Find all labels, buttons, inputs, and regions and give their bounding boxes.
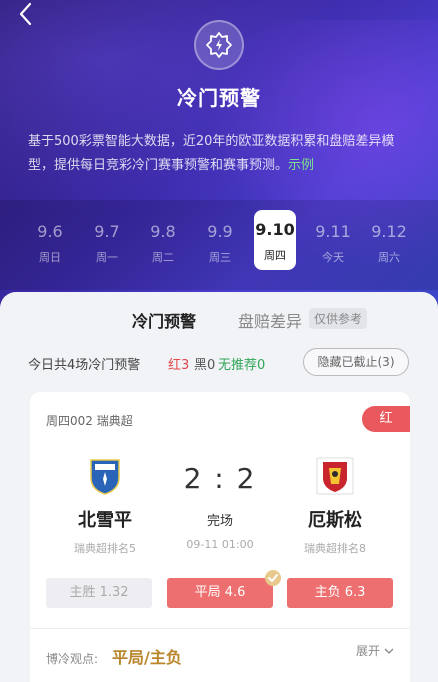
away-team-name: 厄斯松 (308, 510, 362, 531)
view-value: 平局/主负 (112, 648, 182, 667)
date-label: 9.10 (255, 220, 295, 239)
hide-closed-button[interactable]: 隐藏已截止(3) (303, 348, 409, 376)
date-item[interactable]: 9.8 周二 (140, 212, 186, 270)
expand-label: 展开 (356, 644, 381, 658)
date-label: 9.8 (150, 222, 176, 241)
check-icon (265, 570, 281, 586)
weekday-label: 周六 (378, 251, 400, 264)
page-title: 冷门预警 (177, 86, 261, 110)
home-team-logo-icon (85, 456, 125, 496)
date-label: 9.9 (207, 222, 233, 241)
match-score: 2 : 2 (183, 462, 257, 495)
home-team-name: 北雪平 (78, 510, 132, 531)
date-label: 9.11 (315, 222, 351, 241)
weekday-label: 周二 (152, 251, 174, 264)
count-red: 红3 (168, 358, 190, 373)
date-item[interactable]: 9.11 今天 (310, 212, 356, 270)
description-text: 基于500彩票智能大数据，近20年的欧亚数据积累和盘赔差异模型，提供每日竞彩冷门… (28, 134, 395, 173)
hero-header: 冷门预警 基于500彩票智能大数据，近20年的欧亚数据积累和盘赔差异模型，提供每… (0, 0, 438, 315)
count-black: 黑0 (194, 358, 216, 373)
weekday-label: 周一 (96, 251, 118, 264)
tab-bar: 冷门预警 盘赔差异 仅供参考 (0, 308, 438, 332)
count-none: 无推荐0 (218, 358, 266, 373)
summary-text: 今日共4场冷门预警 (28, 358, 141, 373)
match-card[interactable]: 周四002 瑞典超 红 北雪平 瑞典超排名5 2 : 2 完场 09-11 01… (30, 392, 410, 682)
date-label: 9.7 (94, 222, 120, 241)
alert-logo-icon (194, 20, 244, 70)
odds-draw[interactable]: 平局 4.6 (167, 578, 273, 608)
view-label: 博冷观点: (46, 652, 99, 666)
match-status: 完场 (206, 514, 233, 529)
odds-home-lose[interactable]: 主负 6.3 (287, 578, 393, 608)
tab-odds-diff[interactable]: 盘赔差异 (238, 308, 302, 332)
match-header: 周四002 瑞典超 (46, 414, 133, 428)
date-item[interactable]: 9.6 周日 (27, 212, 73, 270)
back-icon[interactable] (14, 2, 38, 26)
date-item[interactable]: 9.7 周一 (84, 212, 130, 270)
away-team-rank: 瑞典超排名8 (304, 542, 366, 555)
page-description: 基于500彩票智能大数据，近20年的欧亚数据积累和盘赔差异模型，提供每日竞彩冷门… (28, 130, 416, 178)
red-tag-badge: 红 (362, 406, 410, 432)
weekday-label: 周三 (209, 251, 231, 264)
date-selector: 9.6 周日 9.7 周一 9.8 周二 9.9 周三 9.10 周四 9.11… (0, 200, 438, 290)
date-label: 9.6 (37, 222, 63, 241)
content-sheet: 冷门预警 盘赔差异 仅供参考 今日共4场冷门预警 红3 黑0 无推荐0 隐藏已截… (0, 292, 438, 682)
weekday-label: 周四 (264, 249, 286, 262)
example-link[interactable]: 示例 (288, 158, 314, 173)
away-team: 厄斯松 瑞典超排名8 (280, 456, 390, 556)
date-item[interactable]: 9.9 周三 (197, 212, 243, 270)
odds-home-win[interactable]: 主胜 1.32 (46, 578, 152, 608)
expand-button[interactable]: 展开 (356, 642, 394, 659)
home-team: 北雪平 瑞典超排名5 (50, 456, 160, 556)
date-item[interactable]: 9.12 周六 (366, 212, 412, 270)
weekday-label: 周日 (39, 251, 61, 264)
reference-badge: 仅供参考 (309, 308, 368, 329)
divider (30, 628, 410, 629)
chevron-down-icon (384, 644, 394, 658)
home-team-rank: 瑞典超排名5 (74, 542, 136, 555)
match-time: 09-11 01:00 (186, 538, 254, 551)
weekday-label: 今天 (322, 251, 344, 264)
date-label: 9.12 (371, 222, 407, 241)
away-team-logo-icon (315, 456, 355, 496)
tab-cold-alert[interactable]: 冷门预警 (132, 308, 196, 332)
date-item-active[interactable]: 9.10 周四 (254, 210, 296, 270)
